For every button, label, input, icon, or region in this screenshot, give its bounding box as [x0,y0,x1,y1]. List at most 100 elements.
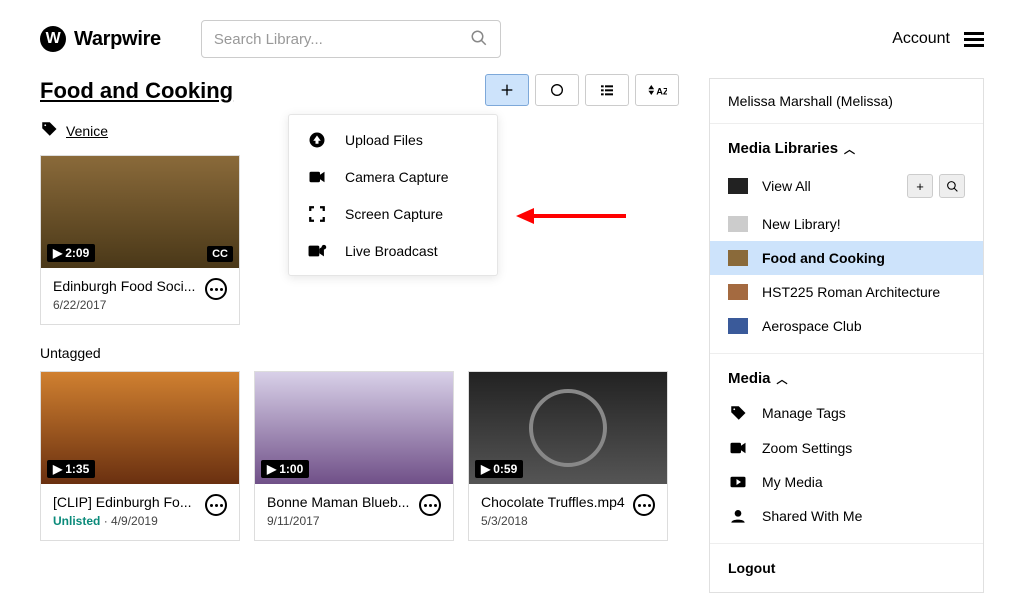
library-title[interactable]: Food and Cooking [40,78,233,104]
sort-button[interactable]: AZ [635,74,679,106]
sidebar-item-manage-tags[interactable]: Manage Tags [710,395,983,431]
media-date: 4/9/2019 [111,514,158,528]
tag-link[interactable]: Venice [66,123,108,139]
library-thumb-icon [728,250,748,266]
camera-icon [728,441,748,455]
media-card[interactable]: ▶1:35 [CLIP] Edinburgh Fo... Unlisted · … [40,371,240,541]
record-button[interactable] [535,74,579,106]
sidebar-item-label: Aerospace Club [762,318,862,334]
sidebar-user: Melissa Marshall (Melissa) [728,93,893,109]
sidebar-user-block: Melissa Marshall (Melissa) [710,79,983,124]
media-thumbnail: ▶2:09 CC [41,156,239,268]
brand-name: Warpwire [74,28,161,51]
search-input[interactable] [214,31,470,48]
brand-logo: W Warpwire [40,26,161,52]
account-link[interactable]: Account [892,30,950,48]
dropdown-label: Live Broadcast [345,243,438,259]
play-icon [728,475,748,489]
main-content: Food and Cooking AZ Venice ▶2:09 CC Edin… [40,78,679,593]
svg-text:AZ: AZ [656,86,667,96]
library-thumb-icon [728,318,748,334]
sidebar-item-shared[interactable]: Shared With Me [710,499,983,533]
header: W Warpwire Account [0,0,1024,78]
library-thumb-icon [728,216,748,232]
unlisted-label: Unlisted [53,514,100,528]
media-title: Chocolate Truffles.mp4 [481,494,625,510]
upload-icon [307,131,327,149]
sidebar-add-button[interactable]: + [907,174,933,198]
media-date: 9/11/2017 [267,514,411,528]
more-button[interactable] [419,494,441,516]
media-card[interactable]: ▶0:59 Chocolate Truffles.mp4 5/3/2018 [468,371,668,541]
sidebar-libraries-section: Media Libraries ︿ View All + New Library… [710,124,983,354]
more-button[interactable] [633,494,655,516]
header-right: Account [892,30,984,48]
sidebar-search-button[interactable] [939,174,965,198]
sidebar-item-view-all[interactable]: View All + [710,165,983,207]
live-icon [307,244,327,258]
media-date: 5/3/2018 [481,514,625,528]
chevron-up-icon: ︿ [844,141,855,157]
logout-button[interactable]: Logout [710,544,983,592]
media-title: Edinburgh Food Soci... [53,278,197,294]
sidebar: Melissa Marshall (Melissa) Media Librari… [709,78,984,593]
media-sub: Unlisted · 4/9/2019 [53,514,197,528]
media-date: 6/22/2017 [53,298,197,312]
add-button[interactable] [485,74,529,106]
annotation-arrow [516,206,626,229]
media-title: Bonne Maman Blueb... [267,494,411,510]
screen-capture-icon [307,205,327,223]
media-card[interactable]: ▶2:09 CC Edinburgh Food Soci... 6/22/201… [40,155,240,325]
sidebar-item-new-library[interactable]: New Library! [710,207,983,241]
media-thumbnail: ▶0:59 [469,372,667,484]
sidebar-item-label: Food and Cooking [762,250,885,266]
duration-badge: ▶1:35 [47,460,95,478]
brand-logo-mark: W [40,26,66,52]
sidebar-media-heading[interactable]: Media ︿ [710,364,983,395]
dropdown-live-broadcast[interactable]: Live Broadcast [289,233,497,269]
list-view-button[interactable] [585,74,629,106]
section-untagged: Untagged [40,345,679,361]
sidebar-item-label: View All [762,178,811,194]
sidebar-item-hst225[interactable]: HST225 Roman Architecture [710,275,983,309]
tag-icon [728,404,748,422]
person-icon [728,508,748,524]
media-title: [CLIP] Edinburgh Fo... [53,494,197,510]
tag-icon [40,120,58,141]
duration-badge: ▶2:09 [47,244,95,262]
sidebar-media-section: Media ︿ Manage Tags Zoom Settings My Med… [710,354,983,544]
dropdown-label: Screen Capture [345,206,443,222]
sidebar-item-label: Shared With Me [762,508,862,524]
toolbar: AZ [485,74,679,106]
sidebar-item-label: Manage Tags [762,405,846,421]
stack-icon [728,178,748,194]
media-card[interactable]: ▶1:00 Bonne Maman Blueb... 9/11/2017 [254,371,454,541]
sidebar-item-my-media[interactable]: My Media [710,465,983,499]
sidebar-item-label: Zoom Settings [762,440,852,456]
more-button[interactable] [205,278,227,300]
dropdown-camera-capture[interactable]: Camera Capture [289,159,497,195]
sidebar-item-aerospace[interactable]: Aerospace Club [710,309,983,343]
duration-badge: ▶1:00 [261,460,309,478]
media-thumbnail: ▶1:00 [255,372,453,484]
dropdown-label: Camera Capture [345,169,449,185]
cards-untagged: ▶1:35 [CLIP] Edinburgh Fo... Unlisted · … [40,371,679,541]
camera-icon [307,170,327,184]
add-dropdown: Upload Files Camera Capture Screen Captu… [288,114,498,276]
dropdown-label: Upload Files [345,132,423,148]
menu-icon[interactable] [964,32,984,47]
search-icon[interactable] [470,29,488,50]
library-thumb-icon [728,284,748,300]
search-bar[interactable] [201,20,501,58]
media-thumbnail: ▶1:35 [41,372,239,484]
sidebar-item-food-cooking[interactable]: Food and Cooking [710,241,983,275]
dropdown-upload-files[interactable]: Upload Files [289,121,497,159]
sidebar-item-label: New Library! [762,216,841,232]
duration-badge: ▶0:59 [475,460,523,478]
chevron-up-icon: ︿ [777,371,788,387]
more-button[interactable] [205,494,227,516]
dropdown-screen-capture[interactable]: Screen Capture [289,195,497,233]
sidebar-libraries-heading[interactable]: Media Libraries ︿ [710,134,983,165]
cc-badge: CC [207,246,233,262]
sidebar-item-zoom-settings[interactable]: Zoom Settings [710,431,983,465]
